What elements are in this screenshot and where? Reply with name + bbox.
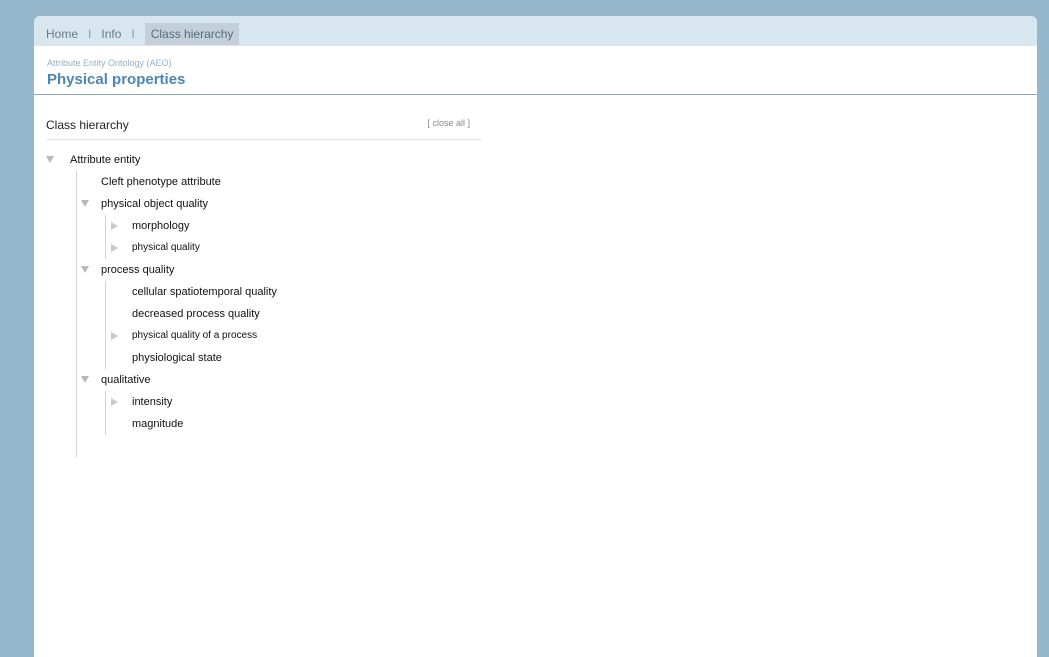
expand-triangle-icon[interactable] — [111, 244, 118, 252]
tree-node-label[interactable]: process quality — [101, 259, 174, 281]
tree-node-label[interactable]: physical quality of a process — [132, 325, 257, 347]
collapse-triangle-icon[interactable] — [46, 156, 54, 163]
expand-triangle-icon[interactable] — [111, 332, 118, 340]
page-title: Physical properties — [47, 71, 186, 88]
expand-triangle-icon[interactable] — [111, 398, 118, 406]
tree-node-label[interactable]: physiological state — [132, 347, 222, 369]
ontology-subtitle[interactable]: Attribute Entity Ontology (AEO) — [47, 58, 172, 68]
top-navigation-bar: Home I Info I Class hierarchy — [34, 16, 1037, 46]
nav-home-link[interactable]: Home — [46, 27, 78, 41]
collapse-triangle-icon[interactable] — [81, 266, 89, 273]
tree-node-label[interactable]: magnitude — [132, 413, 183, 435]
tree-guide-line — [76, 171, 77, 457]
breadcrumb-nav: Home I Info I Class hierarchy — [46, 23, 240, 45]
expand-triangle-icon[interactable] — [111, 222, 118, 230]
class-hierarchy-panel: Class hierarchy [ close all ] Attribute … — [46, 110, 482, 457]
page-header: Attribute Entity Ontology (AEO) Physical… — [34, 46, 1037, 95]
tree-node-label[interactable]: cellular spatiotemporal quality — [132, 281, 277, 303]
panel-title: Class hierarchy — [46, 118, 129, 132]
tree-guide-line — [105, 215, 106, 259]
nav-separator: I — [131, 27, 135, 41]
tree-node-label[interactable]: physical object quality — [101, 193, 208, 215]
tree-node-label[interactable]: Attribute entity — [70, 149, 140, 171]
tree-guide-line — [105, 391, 106, 435]
tree-node-label[interactable]: morphology — [132, 215, 189, 237]
panel-header: Class hierarchy [ close all ] — [46, 110, 482, 140]
main-window: Home I Info I Class hierarchy Attribute … — [34, 16, 1037, 657]
collapse-triangle-icon[interactable] — [81, 200, 89, 207]
close-all-link[interactable]: [ close all ] — [427, 118, 470, 128]
tree-node-label[interactable]: qualitative — [101, 369, 151, 391]
tree-node-label[interactable]: intensity — [132, 391, 172, 413]
class-tree: Attribute entity Cleft phenotype attribu… — [46, 149, 482, 457]
collapse-triangle-icon[interactable] — [81, 376, 89, 383]
nav-class-hierarchy-tab[interactable]: Class hierarchy — [144, 23, 240, 45]
tree-node-label[interactable]: Cleft phenotype attribute — [101, 171, 221, 193]
tree-node-label[interactable]: decreased process quality — [132, 303, 260, 325]
tree-guide-line — [105, 281, 106, 369]
nav-separator: I — [88, 27, 92, 41]
tree-node-label[interactable]: physical quality — [132, 237, 200, 259]
nav-info-link[interactable]: Info — [101, 27, 121, 41]
